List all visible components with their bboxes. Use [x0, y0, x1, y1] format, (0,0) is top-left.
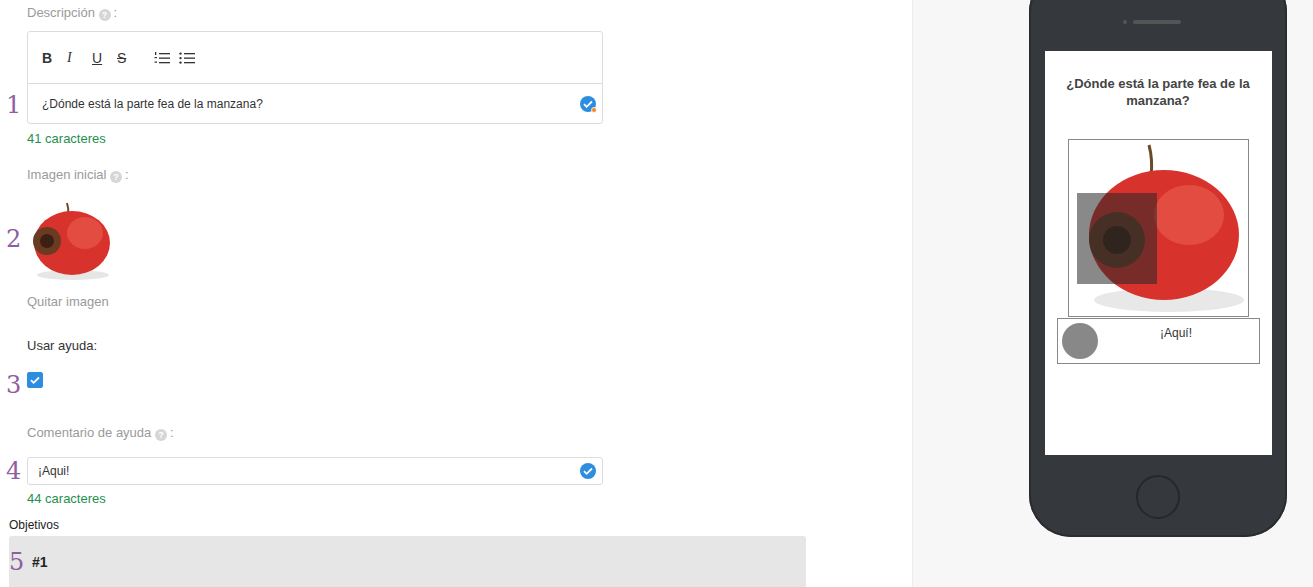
image-label: Imagen inicial ?:	[27, 167, 912, 183]
toolbar-button[interactable]: I	[67, 50, 92, 66]
spellcheck-icon	[579, 462, 597, 480]
bullet-list-icon[interactable]	[179, 51, 195, 65]
toolbar-button[interactable]: S	[117, 50, 142, 66]
toolbar-button[interactable]: B	[42, 50, 67, 66]
help-icon[interactable]: ?	[155, 429, 167, 441]
step-number: 4	[0, 458, 27, 484]
step-number: 5	[9, 549, 32, 575]
description-input[interactable]: ¿Dónde está la parte fea de la manzana?	[28, 84, 602, 123]
objective-header[interactable]: 5 #1	[9, 536, 806, 587]
description-label: Descripción ?:	[27, 5, 912, 21]
toolbar-button[interactable]: U	[92, 50, 117, 66]
editor-toolbar: BIUS	[28, 32, 602, 84]
help-icon[interactable]: ?	[110, 171, 122, 183]
drag-handle[interactable]	[1062, 323, 1098, 359]
use-help-label: Usar ayuda:	[27, 338, 912, 354]
phone-speaker	[1123, 20, 1181, 24]
phone-screen: ¿Dónde está la parte fea de la manzana? …	[1045, 51, 1272, 455]
objectives-label: Objetivos	[9, 517, 912, 533]
character-count: 44 caracteres	[27, 491, 912, 507]
character-count: 41 caracteres	[27, 131, 912, 147]
phone-frame: ¿Dónde está la parte fea de la manzana? …	[1029, 0, 1287, 537]
remove-image-link[interactable]: Quitar imagen	[27, 294, 912, 310]
page: Descripción ?: 1 BIUS ¿Dónde está la par…	[0, 0, 1313, 587]
spellcheck-icon	[579, 95, 597, 113]
step-number: 1	[0, 92, 27, 124]
preview-panel: ¿Dónde está la parte fea de la manzana? …	[913, 0, 1313, 587]
home-button[interactable]	[1136, 475, 1180, 519]
preview-help-box: ¡Aquí!	[1057, 318, 1260, 364]
step-number: 2	[0, 226, 27, 252]
target-area[interactable]	[1077, 193, 1157, 284]
preview-title: ¿Dónde está la parte fea de la manzana?	[1045, 75, 1272, 109]
help-comment-input[interactable]: ¡Aqui!	[27, 457, 603, 485]
rich-text-editor: BIUS ¿Dónde está la parte fea de la manz…	[27, 31, 603, 124]
preview-image[interactable]	[1068, 139, 1249, 317]
check-icon	[28, 373, 42, 387]
help-icon[interactable]: ?	[99, 9, 111, 21]
step-number: 3	[0, 372, 27, 398]
help-comment-label: Comentario de ayuda ?:	[27, 425, 912, 441]
apple-image	[27, 195, 115, 283]
use-help-checkbox[interactable]	[27, 372, 43, 388]
editor-panel: Descripción ?: 1 BIUS ¿Dónde está la par…	[0, 0, 913, 587]
ordered-list-icon[interactable]	[154, 51, 170, 65]
